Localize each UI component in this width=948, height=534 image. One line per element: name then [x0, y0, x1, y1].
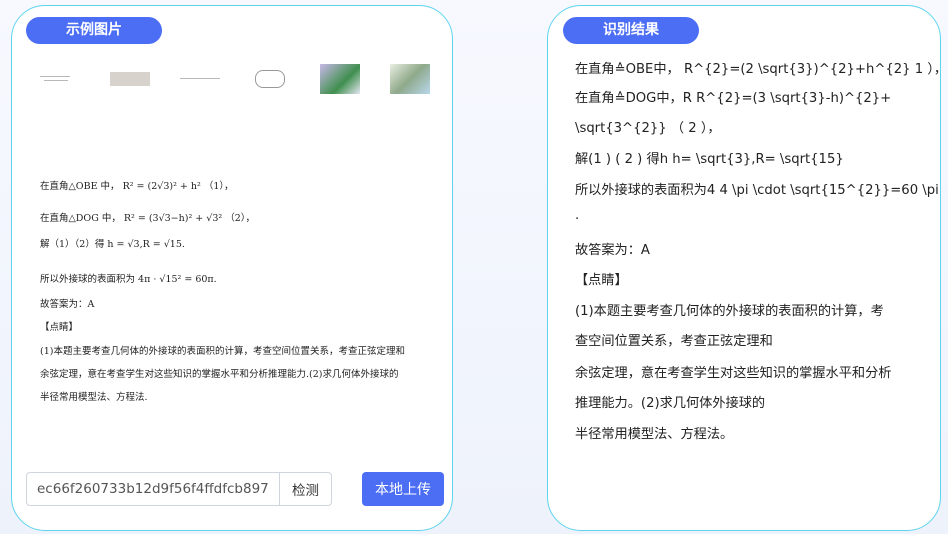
thumbnail-1[interactable]: [40, 64, 80, 94]
result-line: 【点睛】: [575, 273, 628, 288]
doc-line-3: 解（1）（2）得 h = √3,R = √15.: [40, 239, 185, 250]
doc-line-2: 在直角△DOG 中， R² = (3√3−h)² + √3² （2），: [40, 213, 255, 224]
result-line: 余弦定理，意在考查学生对这些知识的掌握水平和分析: [575, 366, 892, 381]
doc-line-4: 所以外接球的表面积为 4π · √15² = 60π.: [40, 274, 217, 285]
thumbnail-5[interactable]: [320, 64, 360, 94]
result-line: 所以外接球的表面积为4 4 \pi \cdot \sqrt{15^{2}}=60…: [575, 183, 939, 198]
local-upload-button[interactable]: 本地上传: [362, 472, 444, 506]
thumbnail-strip: [40, 64, 435, 102]
recognition-result-card: 识别结果 在直角≙OBE中， R^{2}=(2 \sqrt{3})^{2}+h^…: [547, 5, 947, 531]
recognition-result-title: 识别结果: [563, 17, 699, 44]
result-line: 在直角≙DOG中，R R^{2}=(3 \sqrt{3}-h)^{2}+: [575, 91, 892, 106]
doc-line-7: (1)本题主要考查几何体的外接球的表面积的计算，考查空间位置关系，考查正弦定理和: [40, 346, 405, 357]
thumbnail-3[interactable]: [180, 64, 220, 94]
hash-input[interactable]: [26, 472, 279, 506]
doc-line-9: 半径常用模型法、方程法.: [40, 392, 148, 403]
example-images-card: 示例图片 在直角△OBE 中， R² = (2√3)² + h² （1）， 在直…: [11, 5, 453, 531]
result-line: 半径常用模型法、方程法。: [575, 427, 734, 442]
thumbnail-6[interactable]: [390, 64, 430, 94]
hash-check-bar: 检测 本地上传: [26, 472, 446, 508]
result-line: 故答案为：A: [575, 243, 650, 258]
result-line: \sqrt{3^{2}} （ 2 ），: [575, 121, 721, 136]
doc-line-5: 故答案为：A: [40, 299, 95, 310]
result-line: (1)本题主要考查几何体的外接球的表面积的计算，考: [575, 304, 884, 319]
doc-line-6: 【点睛】: [40, 322, 79, 333]
detect-button[interactable]: 检测: [279, 472, 332, 506]
doc-line-1: 在直角△OBE 中， R² = (2√3)² + h² （1），: [40, 181, 234, 192]
doc-line-8: 余弦定理，意在考查学生对这些知识的掌握水平和分析推理能力.(2)求几何体外接球的: [40, 369, 399, 380]
result-line: 解(1 ) ( 2 ) 得h h= \sqrt{3},R= \sqrt{15}: [575, 152, 844, 167]
result-line: 在直角≙OBE中， R^{2}=(2 \sqrt{3})^{2}+h^{2} 1…: [575, 62, 948, 77]
thumbnail-2[interactable]: [110, 64, 150, 94]
thumbnail-4[interactable]: [251, 64, 291, 94]
result-line: 查空间位置关系，考查正弦定理和: [575, 334, 773, 349]
result-line: 推理能力。(2)求几何体外接球的: [575, 396, 766, 411]
result-line: .: [575, 208, 580, 223]
example-images-title: 示例图片: [26, 17, 162, 44]
